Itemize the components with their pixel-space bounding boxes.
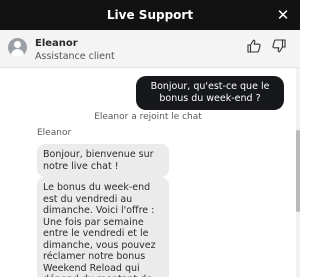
scrollbar-thumb[interactable]	[296, 130, 300, 212]
chat-title-bar: Live Support ✕	[0, 0, 300, 30]
user-avatar-icon	[8, 38, 27, 57]
chat-scrollbar[interactable]	[296, 68, 300, 277]
user-message-bubble: Bonjour, qu'est-ce que le bonus du week-…	[136, 76, 284, 110]
thumbs-up-icon[interactable]	[246, 38, 262, 54]
chat-messages-area[interactable]: Bonjour, qu'est-ce que le bonus du week-…	[0, 68, 300, 277]
chat-title: Live Support	[106, 8, 194, 22]
agent-sender-label: Eleanor	[37, 128, 72, 138]
agent-joined-notice: Eleanor a rejoint le chat	[94, 112, 202, 122]
agent-message-bubble: Bonjour, bienvenue sur notre live chat !	[37, 144, 169, 177]
thumbs-down-icon[interactable]	[271, 38, 287, 54]
agent-header: Eleanor Assistance client	[0, 30, 300, 68]
agent-role: Assistance client	[35, 51, 115, 62]
agent-message-bubble: Le bonus du week-end est du vendredi au …	[37, 177, 169, 277]
agent-name: Eleanor	[35, 38, 78, 49]
close-icon[interactable]: ✕	[275, 7, 291, 23]
